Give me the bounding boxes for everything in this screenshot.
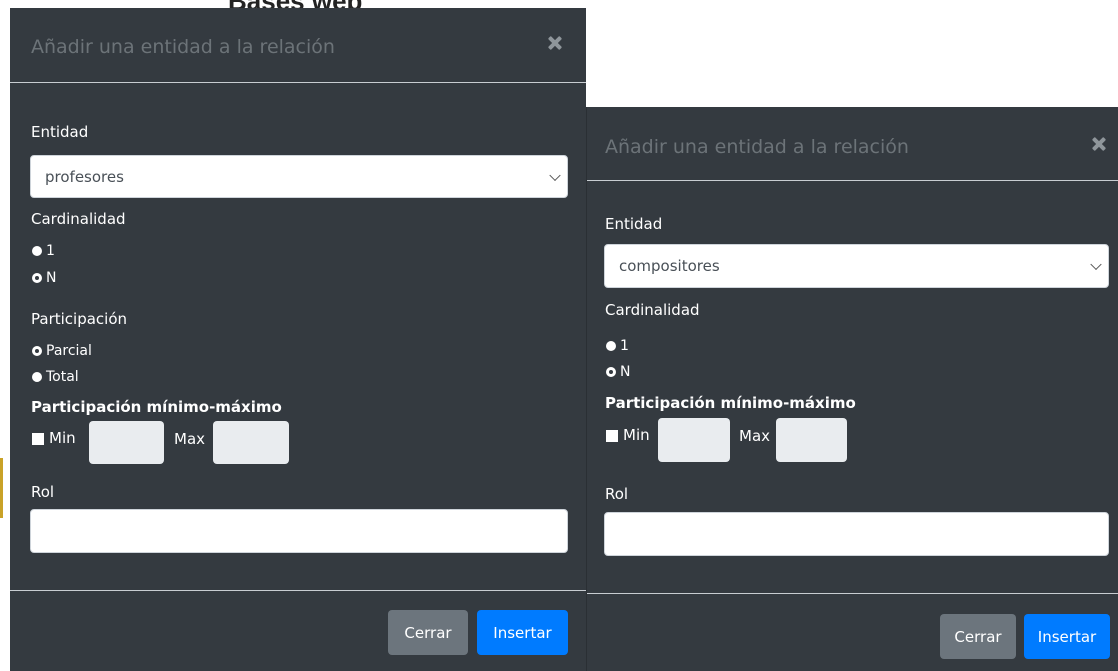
insertar-button-label: Insertar — [1037, 627, 1097, 646]
footer-divider — [10, 590, 586, 591]
participacion-option-parcial-label: Parcial — [46, 343, 92, 359]
radio-selected-icon[interactable] — [32, 346, 42, 356]
radio-selected-icon[interactable] — [32, 273, 42, 283]
cardinalidad-option-1-label: 1 — [620, 338, 629, 354]
participacion-option-total-label: Total — [46, 369, 79, 385]
minmax-checkbox[interactable]: Min — [32, 429, 76, 447]
minmax-label: Participación mínimo-máximo — [605, 394, 856, 412]
participacion-option-total[interactable]: Total — [32, 369, 79, 385]
rol-label: Rol — [605, 485, 629, 503]
max-input[interactable] — [776, 418, 847, 462]
rol-label: Rol — [31, 483, 55, 501]
entidad-label: Entidad — [31, 123, 89, 141]
entidad-label: Entidad — [605, 215, 663, 233]
rol-input[interactable] — [604, 512, 1109, 556]
min-input[interactable] — [658, 418, 730, 462]
radio-selected-icon[interactable] — [606, 367, 616, 377]
checkbox-icon[interactable] — [606, 429, 618, 442]
max-label: Max — [174, 430, 206, 448]
participacion-label: Participación — [31, 310, 128, 328]
modal-dialog-2: Añadir una entidad a la relación Entidad… — [586, 107, 1118, 671]
radio-icon[interactable] — [606, 341, 616, 351]
cerrar-button-label: Cerrar — [404, 623, 452, 642]
cardinalidad-option-1[interactable]: 1 — [606, 338, 629, 354]
max-input[interactable] — [213, 421, 289, 464]
min-label: Min — [49, 429, 76, 447]
cardinalidad-option-n[interactable]: N — [32, 270, 56, 286]
radio-icon[interactable] — [32, 246, 42, 256]
cerrar-button[interactable]: Cerrar — [388, 610, 468, 655]
insertar-button-label: Insertar — [493, 623, 552, 642]
modal-header: Añadir una entidad a la relación — [10, 8, 586, 83]
cardinalidad-label: Cardinalidad — [605, 301, 700, 319]
max-label: Max — [739, 427, 771, 445]
entidad-select-value: compositores — [619, 257, 720, 275]
entidad-select[interactable]: profesores — [30, 155, 568, 198]
insertar-button[interactable]: Insertar — [477, 610, 568, 655]
entidad-select[interactable]: compositores — [604, 244, 1109, 288]
radio-icon[interactable] — [32, 372, 42, 382]
close-icon[interactable] — [544, 32, 566, 54]
cardinalidad-option-1-label: 1 — [46, 243, 55, 259]
background-edge — [0, 458, 3, 518]
cardinalidad-label: Cardinalidad — [31, 210, 126, 228]
cerrar-button-label: Cerrar — [954, 627, 1002, 646]
chevron-down-icon — [1090, 258, 1102, 271]
cardinalidad-option-n-label: N — [46, 270, 57, 286]
cardinalidad-option-n[interactable]: N — [606, 364, 630, 380]
close-icon[interactable] — [1088, 133, 1110, 155]
minmax-label: Participación mínimo-máximo — [31, 398, 282, 416]
modal-title: Añadir una entidad a la relación — [31, 36, 335, 58]
cardinalidad-option-1[interactable]: 1 — [32, 243, 55, 259]
entidad-select-value: profesores — [45, 167, 124, 186]
checkbox-icon[interactable] — [32, 432, 44, 445]
participacion-option-parcial[interactable]: Parcial — [32, 343, 92, 359]
chevron-down-icon — [549, 169, 561, 181]
modal-header: Añadir una entidad a la relación — [587, 107, 1118, 181]
cardinalidad-option-n-label: N — [620, 364, 631, 380]
cerrar-button[interactable]: Cerrar — [940, 614, 1016, 659]
minmax-checkbox[interactable]: Min — [606, 426, 650, 444]
insertar-button[interactable]: Insertar — [1024, 614, 1110, 659]
modal-title: Añadir una entidad a la relación — [605, 136, 909, 158]
modal-dialog-1: Añadir una entidad a la relación Entidad… — [10, 8, 586, 671]
footer-divider — [587, 593, 1118, 594]
min-label: Min — [623, 426, 650, 444]
min-input[interactable] — [89, 421, 164, 464]
rol-input[interactable] — [30, 509, 568, 553]
